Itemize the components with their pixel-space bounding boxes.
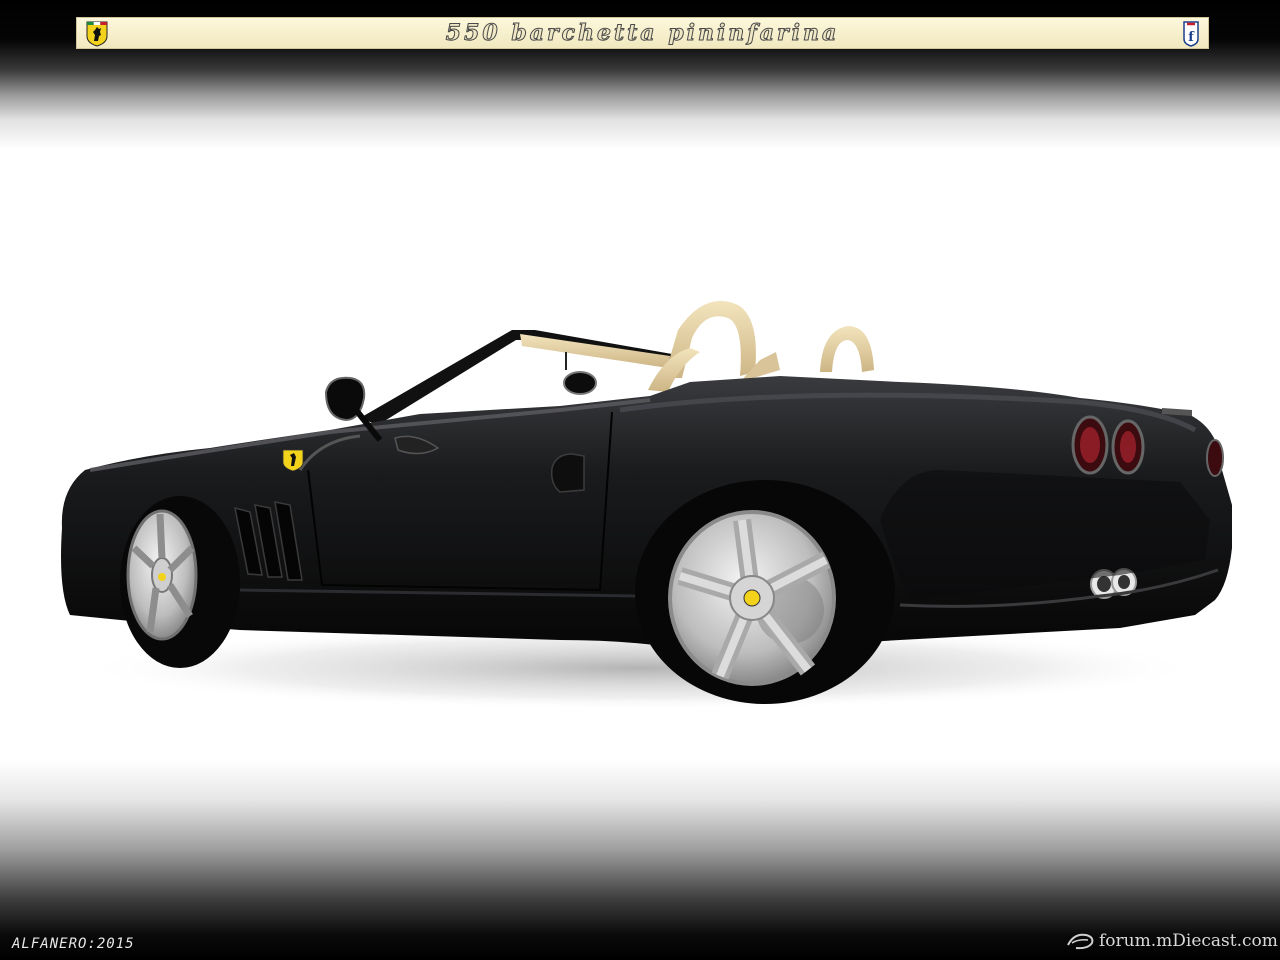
roll-bar-right xyxy=(820,326,874,372)
ferrari-550-barchetta-model xyxy=(61,300,1232,710)
photographer-signature: ALFANERO:2015 xyxy=(12,936,135,952)
site-watermark: forum.mDiecast.com xyxy=(1066,931,1278,951)
rear-view-mirror xyxy=(563,371,597,395)
photo-frame: 550 barchetta pininfarina f ALFANERO:201… xyxy=(0,0,1280,960)
mdiecast-swoosh-icon xyxy=(1067,933,1094,950)
front-wheel xyxy=(120,496,240,668)
rear-wheel xyxy=(635,480,895,704)
watermark-text: forum.mDiecast.com xyxy=(1099,931,1278,951)
fuel-cap xyxy=(550,453,585,493)
